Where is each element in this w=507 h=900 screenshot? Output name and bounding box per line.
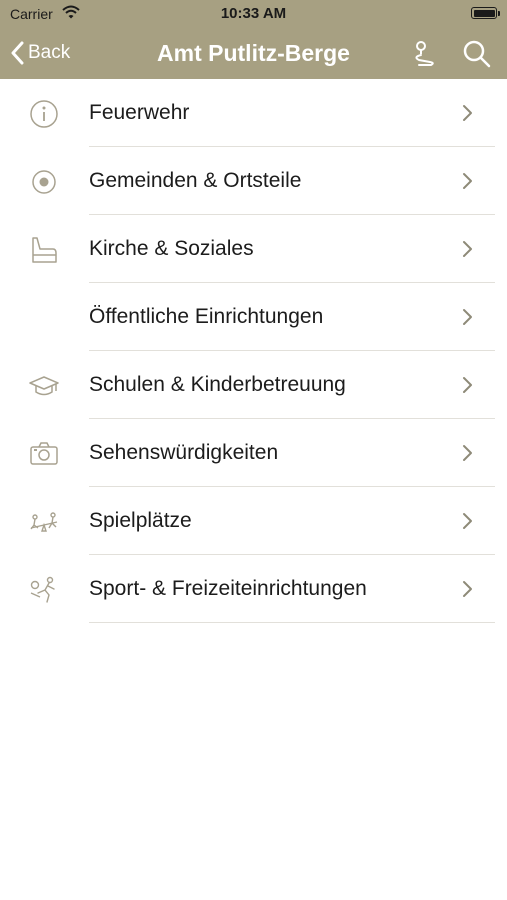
battery-icon — [471, 7, 497, 19]
graduation-cap-icon — [29, 376, 59, 396]
list-item-kirche[interactable]: Kirche & Soziales — [0, 215, 507, 283]
chevron-right-icon — [463, 581, 472, 597]
list-item-label: Feuerwehr — [89, 101, 190, 124]
status-bar: Carrier 10:33 AM — [0, 0, 507, 28]
sport-icon — [30, 576, 55, 603]
chevron-right-icon — [463, 173, 472, 189]
info-icon — [30, 100, 58, 128]
list-item-label: Öffentliche Einrichtungen — [89, 305, 324, 328]
list-item-feuerwehr[interactable]: Feuerwehr — [0, 79, 507, 147]
list-item-gemeinden[interactable]: Gemeinden & Ortsteile — [0, 147, 507, 215]
list-item-label: Sport- & Freizeiteinrichtungen — [89, 577, 367, 600]
row-divider — [89, 622, 495, 623]
chevron-right-icon — [463, 309, 472, 325]
list-item-sport[interactable]: Sport- & Freizeiteinrichtungen — [0, 555, 507, 623]
chevron-right-icon — [463, 377, 472, 393]
list-item-sehenswuerdigkeiten[interactable]: Sehenswürdigkeiten — [0, 419, 507, 487]
route-icon — [415, 41, 434, 66]
status-time: 10:33 AM — [220, 5, 287, 22]
battery-tip — [498, 11, 500, 16]
list-item-label: Sehenswürdigkeiten — [89, 441, 279, 464]
camera-icon — [30, 442, 58, 465]
list-item-label: Schulen & Kinderbetreuung — [89, 373, 346, 396]
playground-icon — [30, 512, 58, 532]
church-chair-icon — [32, 237, 57, 263]
search-icon — [463, 40, 491, 68]
navigation-bar: Back Amt Putlitz-Berge — [0, 28, 507, 79]
list-item-label: Spielplätze — [89, 509, 192, 532]
target-icon — [32, 170, 56, 194]
chevron-right-icon — [463, 513, 472, 529]
category-list: Feuerwehr Gemeinden & Ortsteile Kirche &… — [0, 79, 507, 623]
list-item-oeffentliche-einrichtungen[interactable]: Öffentliche Einrichtungen — [0, 283, 507, 351]
list-item-spielplaetze[interactable]: Spielplätze — [0, 487, 507, 555]
list-item-label: Kirche & Soziales — [89, 237, 254, 260]
list-item-label: Gemeinden & Ortsteile — [89, 169, 302, 192]
search-button[interactable] — [462, 39, 492, 69]
route-button[interactable] — [410, 39, 440, 69]
chevron-right-icon — [463, 105, 472, 121]
list-item-schulen[interactable]: Schulen & Kinderbetreuung — [0, 351, 507, 419]
chevron-right-icon — [463, 241, 472, 257]
chevron-right-icon — [463, 445, 472, 461]
